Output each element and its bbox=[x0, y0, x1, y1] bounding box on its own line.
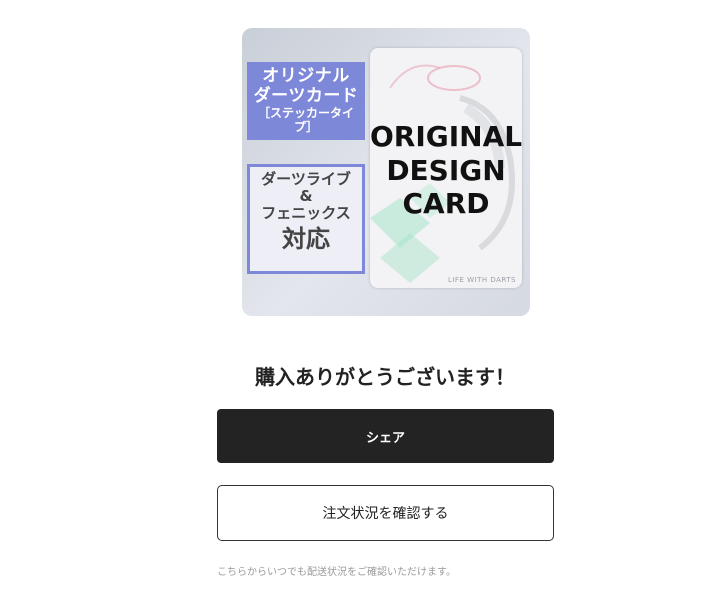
card-footer-text: LIFE WITH DARTS bbox=[447, 276, 516, 284]
card-headline: ORIGINAL DESIGN CARD bbox=[370, 120, 522, 221]
compat-big-text: 対応 bbox=[282, 225, 330, 254]
thanks-message: 購入ありがとうございます！ bbox=[255, 365, 515, 389]
compat-line-2: & bbox=[299, 186, 313, 205]
product-image: オリジナル ダーツカード ［ステッカータイプ］ ダーツライブ & フェニックス … bbox=[242, 28, 530, 316]
card-line-1: ORIGINAL bbox=[370, 120, 522, 153]
card-line-3: CARD bbox=[402, 187, 490, 221]
compat-line-3: フェニックス bbox=[261, 204, 351, 223]
design-card: ORIGINAL DESIGN CARD LIFE WITH DARTS bbox=[370, 48, 522, 288]
product-image-left-column: オリジナル ダーツカード ［ステッカータイプ］ ダーツライブ & フェニックス … bbox=[247, 62, 365, 274]
product-title-box: オリジナル ダーツカード ［ステッカータイプ］ bbox=[247, 62, 365, 140]
shipping-status-note: こちらからいつでも配送状況をご確認いただけます。 bbox=[217, 567, 456, 578]
share-button[interactable]: シェア bbox=[217, 409, 554, 463]
product-title-line-1: オリジナル bbox=[262, 66, 350, 86]
card-line-2: DESIGN bbox=[386, 153, 506, 187]
compatibility-box: ダーツライブ & フェニックス 対応 bbox=[247, 163, 365, 274]
check-order-status-button[interactable]: 注文状況を確認する bbox=[217, 485, 554, 541]
compat-line-1: ダーツライブ bbox=[261, 169, 351, 188]
purchase-complete-page: オリジナル ダーツカード ［ステッカータイプ］ ダーツライブ & フェニックス … bbox=[0, 0, 727, 604]
product-title-sub: ［ステッカータイプ］ bbox=[257, 106, 354, 134]
product-title-line-2: ダーツカード bbox=[253, 85, 359, 106]
